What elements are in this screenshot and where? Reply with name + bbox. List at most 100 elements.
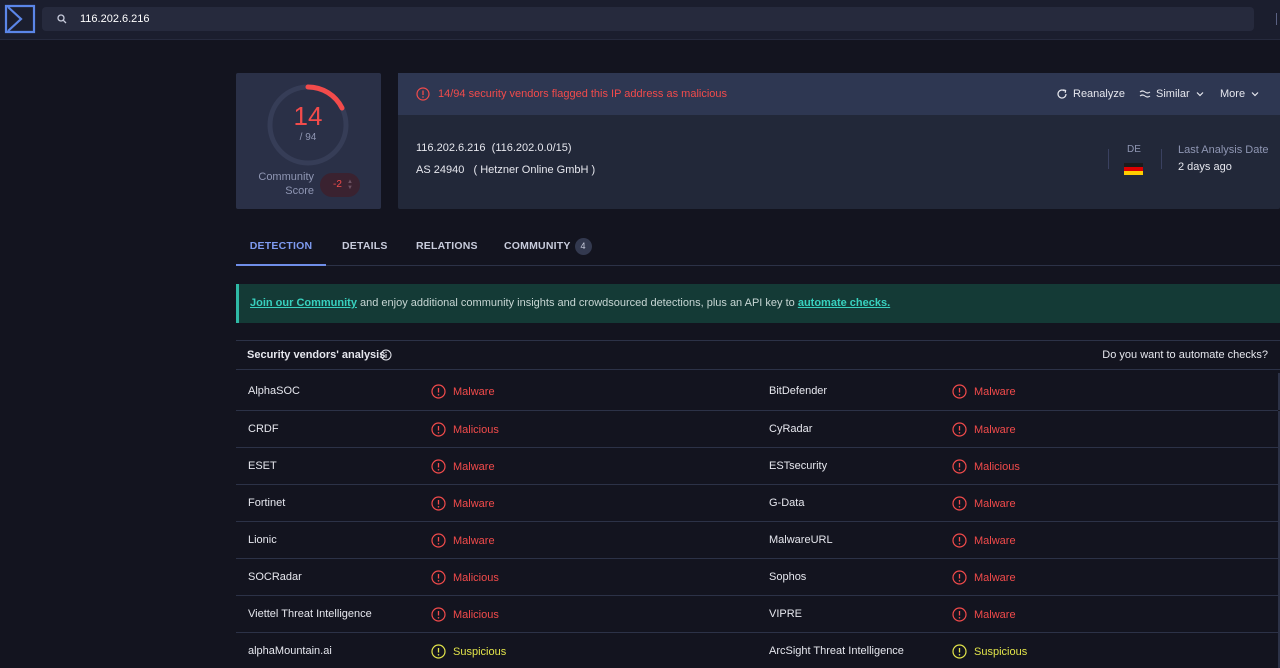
- divider: [1108, 149, 1109, 169]
- tab-relations[interactable]: RELATIONS: [416, 229, 478, 266]
- banner-middle-text: and enjoy additional community insights …: [356, 297, 798, 309]
- vendor-result-label: Malware: [974, 423, 1016, 436]
- vendors-analysis-header: Security vendors' analysis Do you want t…: [236, 340, 1280, 370]
- alert-circle-icon: [952, 459, 967, 474]
- alert-circle-icon: [431, 607, 446, 622]
- refresh-icon: [1057, 89, 1067, 99]
- table-row: CRDF Malicious CyRadar Malware: [236, 410, 1280, 448]
- vendor-name: Sophos: [769, 571, 807, 583]
- ip-info-card: 14/94 security vendors flagged this IP a…: [398, 73, 1280, 209]
- topbar-edge-divider: [1276, 13, 1277, 25]
- vendor-result: Malware: [431, 459, 495, 474]
- alert-circle-icon: [952, 384, 967, 399]
- vendor-result: Suspicious: [431, 644, 506, 659]
- virustotal-logo-icon[interactable]: [4, 4, 36, 34]
- more-dropdown[interactable]: More: [1220, 88, 1260, 100]
- community-banner: Join our Community and enjoy additional …: [236, 284, 1280, 323]
- vendor-name: MalwareURL: [769, 534, 833, 546]
- vendor-result: Malware: [952, 422, 1016, 437]
- alert-circle-icon: [416, 87, 430, 101]
- table-row: ESET Malware ESTsecurity Malicious: [236, 447, 1280, 485]
- vendor-name: ESTsecurity: [769, 460, 828, 472]
- community-score-label: Community Score: [258, 171, 314, 197]
- detection-score-card: 14 / 94 Community Score -2 ▲ ▼: [236, 73, 381, 209]
- detection-total: / 94: [299, 132, 317, 143]
- search-bar[interactable]: [42, 7, 1254, 31]
- tab-detection[interactable]: DETECTION: [236, 229, 326, 266]
- vendor-result-label: Malicious: [453, 571, 499, 584]
- info-icon[interactable]: [380, 349, 392, 361]
- alert-circle-icon: [431, 422, 446, 437]
- vendor-name: Lionic: [248, 534, 277, 546]
- banner-text: Join our Community and enjoy additional …: [250, 297, 890, 309]
- vendor-name: SOCRadar: [248, 571, 302, 583]
- vendor-name: BitDefender: [769, 385, 828, 397]
- similar-icon: [1139, 90, 1151, 98]
- ip-range[interactable]: (116.202.0.0/15): [492, 142, 572, 154]
- vendor-result-label: Malware: [974, 497, 1016, 510]
- vendors-analysis-title: Security vendors' analysis: [247, 349, 386, 361]
- alert-circle-icon: [431, 496, 446, 511]
- ip-address[interactable]: 116.202.6.216: [416, 142, 486, 154]
- alert-circle-icon: [952, 533, 967, 548]
- last-analysis-label: Last Analysis Date: [1178, 144, 1269, 156]
- tab-label: RELATIONS: [416, 240, 478, 252]
- join-community-link[interactable]: Join our Community: [250, 297, 357, 309]
- vendor-result: Malware: [431, 384, 495, 399]
- alert-text: 14/94 security vendors flagged this IP a…: [438, 88, 728, 100]
- similar-label: Similar: [1156, 88, 1190, 100]
- vendor-result-label: Malicious: [453, 423, 499, 436]
- as-owner: ( Hetzner Online GmbH ): [473, 164, 596, 176]
- vote-arrows-icon[interactable]: ▲ ▼: [347, 179, 353, 191]
- top-bar: [0, 0, 1280, 40]
- automate-checks-link[interactable]: automate checks.: [798, 297, 890, 309]
- vendor-name: alphaMountain.ai: [248, 645, 332, 657]
- vendor-result-label: Malware: [974, 608, 1016, 621]
- vendor-result: Malicious: [952, 459, 1020, 474]
- vendor-name: G-Data: [769, 497, 805, 509]
- vendor-result-label: Malicious: [974, 460, 1020, 473]
- vendor-name: ArcSight Threat Intelligence: [769, 645, 904, 657]
- vendor-result-label: Malicious: [453, 608, 499, 621]
- vendor-result-label: Suspicious: [974, 645, 1028, 658]
- alert-circle-icon: [952, 570, 967, 585]
- automate-checks-question[interactable]: Do you want to automate checks?: [1102, 349, 1268, 361]
- tab-label: DETECTION: [249, 240, 313, 252]
- search-input[interactable]: [80, 7, 680, 31]
- country-code: DE: [1127, 144, 1141, 155]
- vendor-result-label: Malware: [974, 385, 1016, 398]
- community-score-badge[interactable]: -2 ▲ ▼: [320, 173, 360, 197]
- search-icon: [56, 13, 68, 25]
- vendor-result: Malicious: [431, 422, 499, 437]
- detection-count: 14: [293, 101, 323, 131]
- vendor-name: AlphaSOC: [248, 385, 300, 397]
- similar-dropdown[interactable]: Similar: [1139, 88, 1205, 100]
- tab-label: COMMUNITY: [504, 240, 571, 252]
- tab-details[interactable]: DETAILS: [342, 229, 388, 266]
- chevron-down-icon: [1196, 92, 1204, 97]
- vendor-result: Malware: [952, 496, 1016, 511]
- vendor-result-label: Malware: [453, 497, 495, 510]
- as-number[interactable]: AS 24940: [416, 164, 464, 176]
- vendor-result: Malicious: [431, 570, 499, 585]
- table-row: alphaMountain.ai Suspicious ArcSight Threa…: [236, 632, 1280, 668]
- vendor-result-label: Suspicious: [453, 645, 507, 658]
- vendor-result-label: Malware: [974, 571, 1016, 584]
- reanalyze-button[interactable]: Reanalyze: [1056, 88, 1125, 100]
- vendor-name: CRDF: [248, 423, 279, 435]
- vendor-result: Malware: [431, 496, 495, 511]
- alert-circle-icon: [952, 607, 967, 622]
- warning-circle-icon: [952, 644, 967, 659]
- divider: [1161, 149, 1162, 169]
- vendor-result: Malware: [952, 607, 1016, 622]
- vendor-result-label: Malware: [453, 385, 495, 398]
- vendor-result: Malware: [952, 533, 1016, 548]
- alert-circle-icon: [431, 459, 446, 474]
- tab-community[interactable]: COMMUNITY 4: [504, 229, 592, 266]
- alert-circle-icon: [431, 533, 446, 548]
- last-analysis-value: 2 days ago: [1178, 161, 1232, 173]
- warning-circle-icon: [431, 644, 446, 659]
- vendor-name: Fortinet: [248, 497, 286, 509]
- vendor-result: Suspicious: [952, 644, 1027, 659]
- alert-circle-icon: [431, 570, 446, 585]
